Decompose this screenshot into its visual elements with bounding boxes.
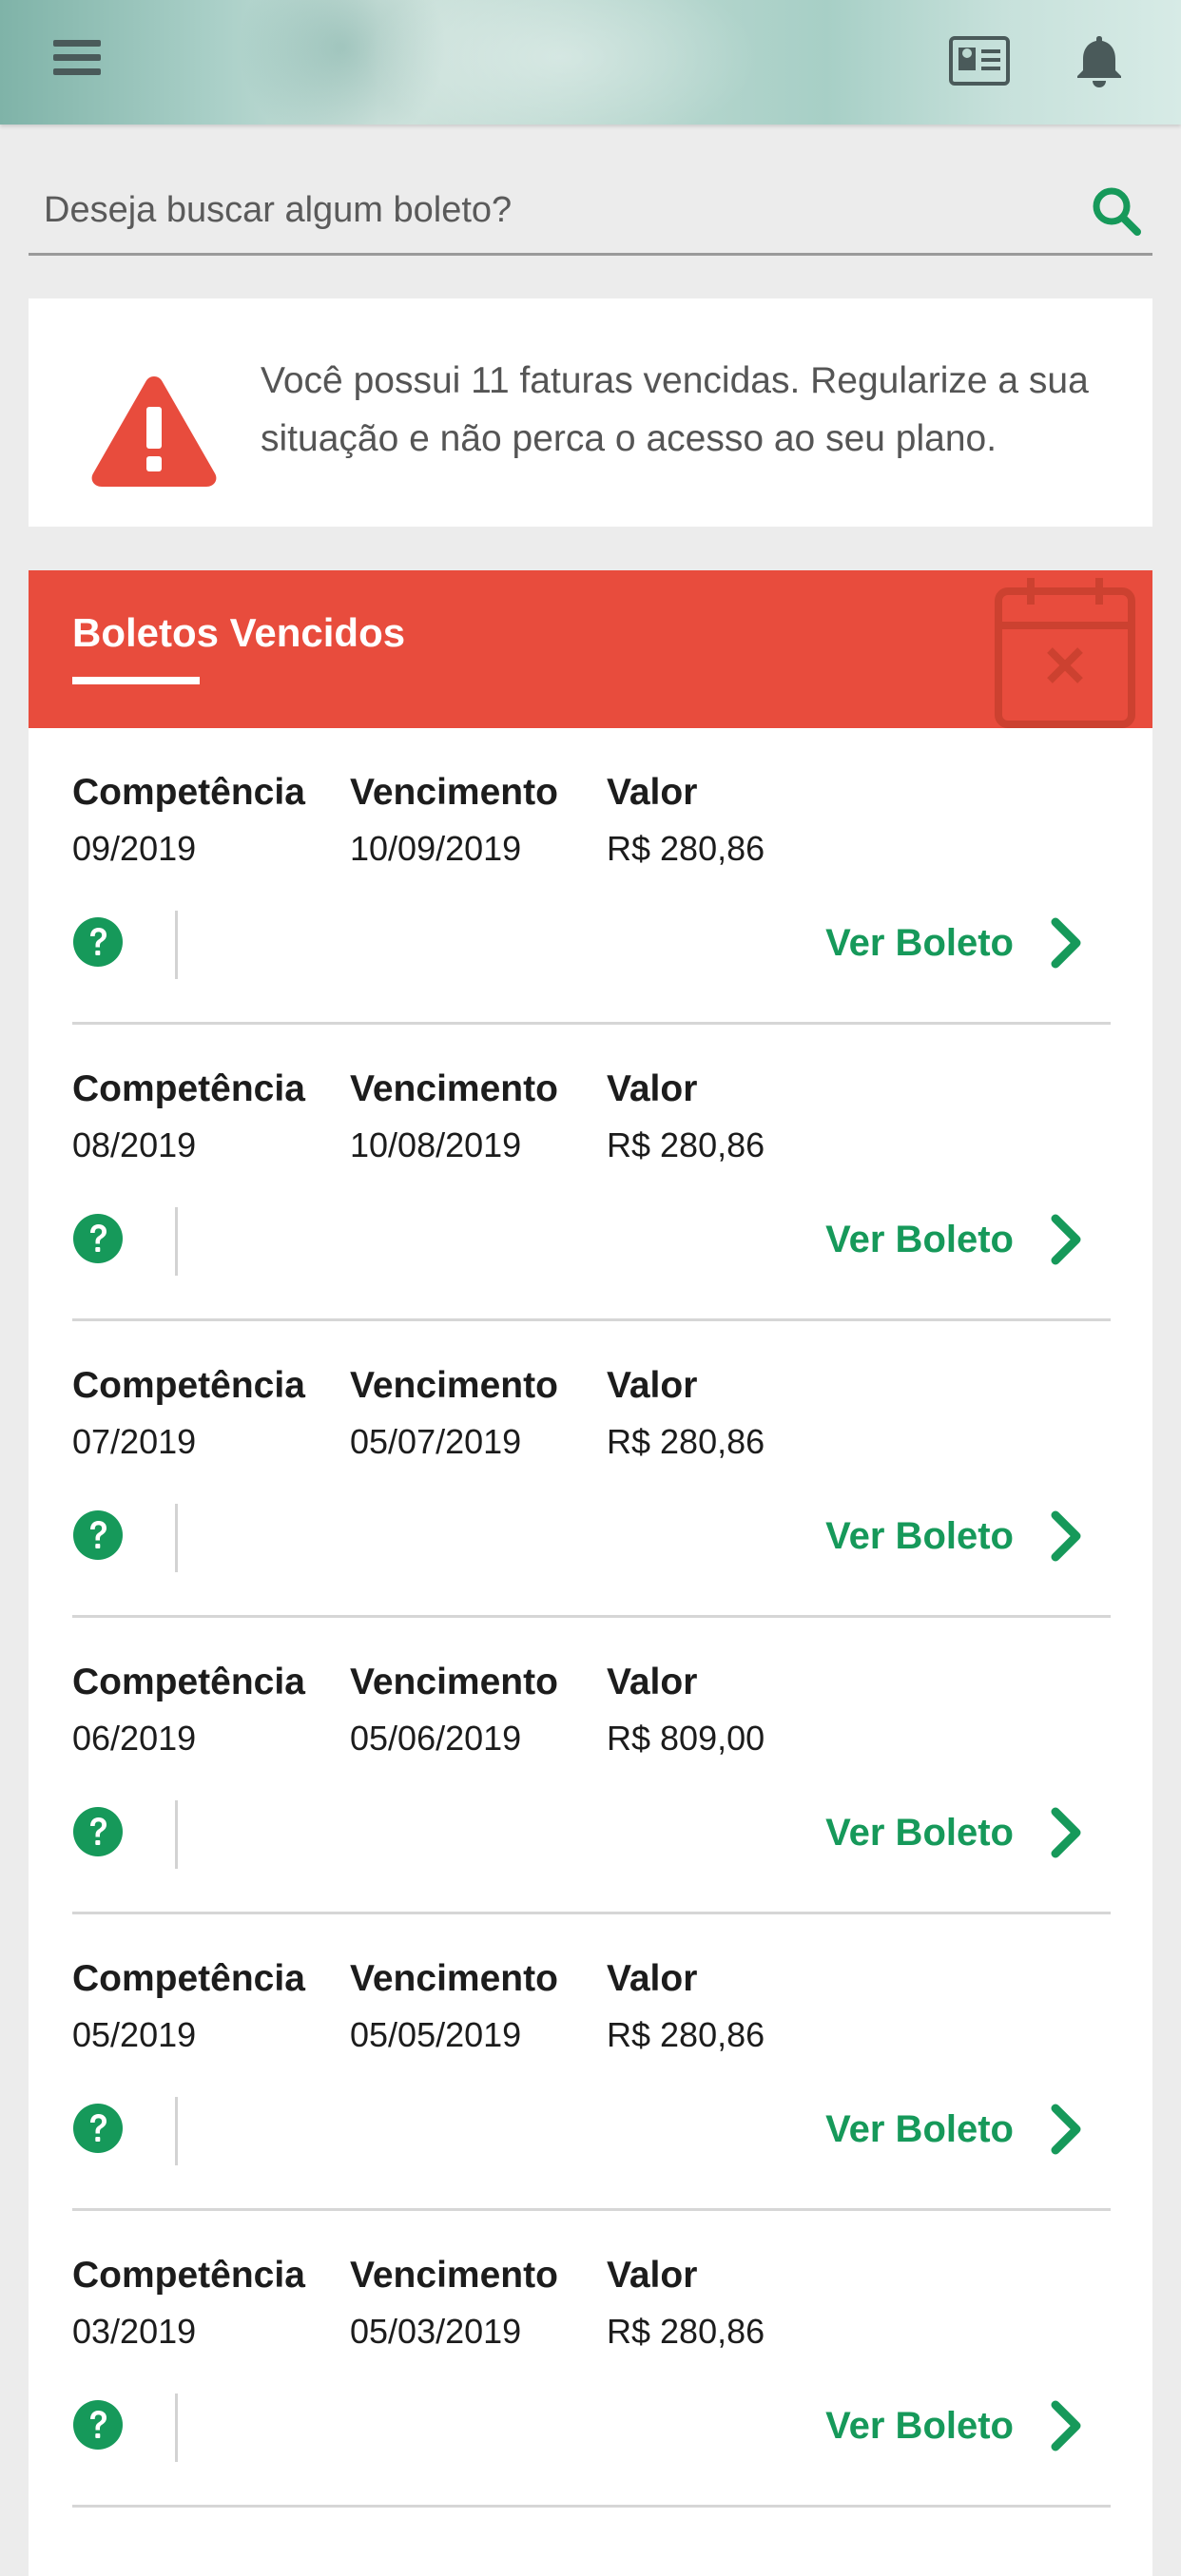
valor-value: R$ 280,86 [607,829,765,868]
row-divider [175,1800,178,1869]
ver-boleto-label: Ver Boleto [825,1218,1014,1260]
vencimento-value: 05/03/2019 [350,2312,522,2351]
vencimento-label: Vencimento [350,1958,558,1999]
help-icon[interactable] [72,916,124,968]
bell-icon[interactable] [1071,32,1128,89]
id-card-icon[interactable] [949,36,1010,86]
search-bar [29,171,1152,256]
ver-boleto-label: Ver Boleto [825,2404,1014,2447]
chevron-right-icon [1051,2104,1081,2155]
header-background-highlight [361,0,761,125]
warning-triangle-icon [89,373,219,490]
row-divider [175,2393,178,2462]
valor-label: Valor [607,1365,698,1406]
competencia-label: Competência [72,1662,305,1702]
boleto-row: Competência Vencimento Valor 06/2019 05/… [72,1618,1111,1914]
help-icon[interactable] [72,1509,124,1561]
valor-value: R$ 280,86 [607,1422,765,1461]
chevron-right-icon [1051,1214,1081,1265]
help-icon[interactable] [72,2103,124,2154]
competencia-label: Competência [72,1068,305,1109]
valor-label: Valor [607,1662,698,1702]
app-header [0,0,1181,125]
boletos-list: Competência Vencimento Valor 09/2019 10/… [72,728,1111,2508]
competencia-value: 06/2019 [72,1719,197,1758]
vencimento-label: Vencimento [350,2255,558,2296]
valor-label: Valor [607,2255,698,2296]
chevron-right-icon [1051,1510,1081,1562]
row-divider [175,911,178,979]
ver-boleto-label: Ver Boleto [825,1514,1014,1557]
ver-boleto-button[interactable]: Ver Boleto [825,1508,1084,1565]
valor-value: R$ 280,86 [607,2312,765,2351]
ver-boleto-label: Ver Boleto [825,921,1014,964]
panel-title[interactable]: Boletos Vencidos [72,610,405,656]
competencia-value: 07/2019 [72,1422,197,1461]
boleto-row: Competência Vencimento Valor 05/2019 05/… [72,1914,1111,2211]
search-input[interactable] [42,171,1054,249]
panel-header: Boletos Vencidos [29,570,1152,728]
vencimento-value: 05/06/2019 [350,1719,522,1758]
alert-message: Você possui 11 faturas vencidas. Regular… [261,360,1089,459]
valor-label: Valor [607,772,698,813]
boleto-row: Competência Vencimento Valor 09/2019 10/… [72,728,1111,1025]
chevron-right-icon [1051,917,1081,969]
vencimento-value: 05/05/2019 [350,2015,522,2054]
boleto-row: Competência Vencimento Valor 08/2019 10/… [72,1025,1111,1321]
search-icon[interactable] [1088,183,1145,240]
help-icon[interactable] [72,1213,124,1264]
vencimento-label: Vencimento [350,772,558,813]
ver-boleto-button[interactable]: Ver Boleto [825,2101,1084,2158]
competencia-value: 03/2019 [72,2312,197,2351]
help-icon[interactable] [72,1806,124,1857]
calendar-x-icon [976,570,1147,728]
vencimento-value: 05/07/2019 [350,1422,522,1461]
competencia-label: Competência [72,772,305,813]
overdue-alert: Você possui 11 faturas vencidas. Regular… [29,298,1152,527]
ver-boleto-button[interactable]: Ver Boleto [825,2397,1084,2454]
ver-boleto-button[interactable]: Ver Boleto [825,1804,1084,1861]
competencia-label: Competência [72,2255,305,2296]
valor-value: R$ 809,00 [607,1719,765,1758]
chevron-right-icon [1051,1807,1081,1858]
vencimento-label: Vencimento [350,1365,558,1406]
valor-label: Valor [607,1958,698,1999]
ver-boleto-label: Ver Boleto [825,1811,1014,1854]
boleto-row: Competência Vencimento Valor 03/2019 05/… [72,2211,1111,2508]
row-divider [175,1207,178,1276]
boletos-vencidos-panel: Boletos Vencidos Competência Vencimento … [29,570,1152,2576]
vencimento-value: 10/08/2019 [350,1125,522,1164]
valor-value: R$ 280,86 [607,1125,765,1164]
ver-boleto-label: Ver Boleto [825,2107,1014,2150]
vencimento-value: 10/09/2019 [350,829,522,868]
row-divider [175,1504,178,1572]
boleto-row: Competência Vencimento Valor 07/2019 05/… [72,1321,1111,1618]
vencimento-label: Vencimento [350,1068,558,1109]
competencia-label: Competência [72,1365,305,1406]
active-tab-indicator [72,677,200,684]
competencia-value: 09/2019 [72,829,197,868]
competencia-value: 05/2019 [72,2015,197,2054]
vencimento-label: Vencimento [350,1662,558,1702]
chevron-right-icon [1051,2400,1081,2451]
hamburger-menu-icon[interactable] [53,40,101,82]
valor-value: R$ 280,86 [607,2015,765,2054]
valor-label: Valor [607,1068,698,1109]
ver-boleto-button[interactable]: Ver Boleto [825,1211,1084,1268]
ver-boleto-button[interactable]: Ver Boleto [825,914,1084,971]
help-icon[interactable] [72,2399,124,2451]
competencia-label: Competência [72,1958,305,1999]
row-divider [175,2097,178,2165]
competencia-value: 08/2019 [72,1125,197,1164]
